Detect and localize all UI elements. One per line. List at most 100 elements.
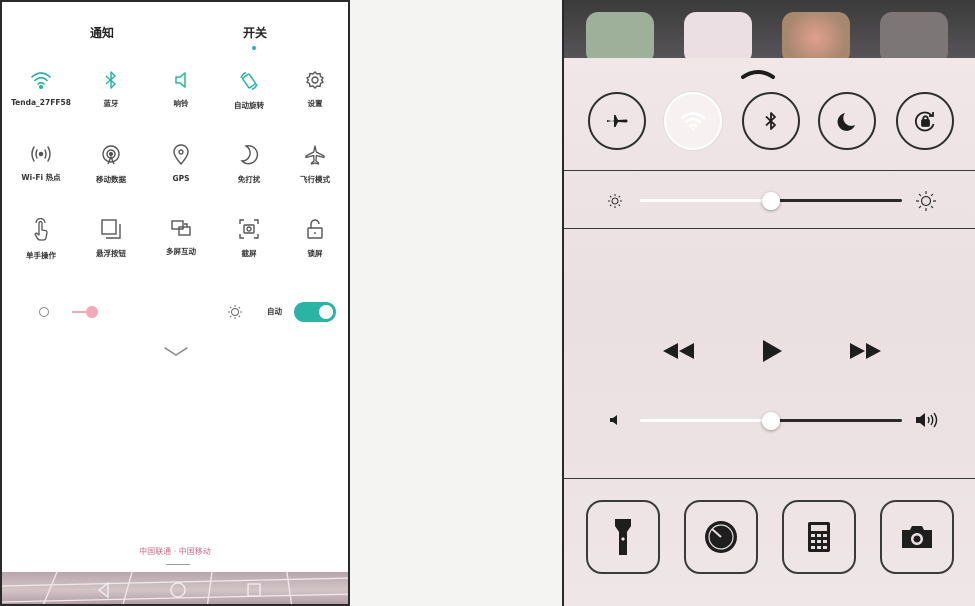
settings-icon: [305, 71, 325, 89]
slider-max-track: [771, 199, 902, 202]
control-center: [564, 58, 975, 606]
rotation-lock-icon: [914, 111, 935, 132]
bluetooth-icon: [105, 71, 116, 89]
tile-label: 截屏: [241, 249, 257, 258]
rotation-lock-toggle[interactable]: [896, 92, 954, 150]
chevron-down-icon[interactable]: [163, 346, 189, 358]
tile-label: 多屏互动: [166, 247, 196, 256]
tile-hotspot[interactable]: Wi-Fi 热点: [8, 144, 74, 204]
volume-high-icon: [916, 412, 938, 428]
volume-slider[interactable]: [640, 411, 902, 431]
tile-lock-screen[interactable]: 锁屏: [282, 218, 348, 278]
carrier-label: 中国联通 · 中国移动: [139, 547, 211, 556]
tab-bar: 通知 开关: [2, 24, 348, 54]
divider: [564, 228, 975, 229]
slider-min-track: [640, 199, 771, 202]
camera-button[interactable]: [880, 500, 954, 574]
volume-low-icon: [610, 415, 617, 425]
moon-icon: [837, 113, 855, 131]
auto-brightness-toggle[interactable]: [294, 302, 336, 322]
home-icon[interactable]: [168, 580, 188, 600]
tile-auto-rotate[interactable]: 自动旋转: [216, 70, 282, 130]
airplane-toggle[interactable]: [588, 92, 646, 150]
tile-label: 蓝牙: [103, 99, 119, 108]
wifi-toggle[interactable]: [664, 92, 722, 150]
airplane-icon: [305, 145, 325, 165]
tile-label: 单手操作: [26, 251, 56, 260]
brightness-slider[interactable]: [72, 306, 202, 318]
brightness-low-icon: [39, 307, 49, 317]
brightness-high-icon: [916, 191, 936, 211]
play-icon[interactable]: [760, 338, 784, 364]
calculator-button[interactable]: [782, 500, 856, 574]
brightness-slider[interactable]: [640, 191, 902, 211]
tile-label: 移动数据: [96, 175, 126, 184]
timer-button[interactable]: [684, 500, 758, 574]
ios-control-center-panel: [562, 0, 975, 606]
divider: [564, 478, 975, 479]
brightness-high-icon: [228, 305, 242, 319]
location-icon: [173, 144, 189, 166]
tile-label: 响铃: [173, 99, 189, 108]
tile-gps[interactable]: GPS: [148, 144, 214, 204]
brightness-thumb[interactable]: [86, 306, 98, 318]
ringer-icon: [175, 72, 186, 88]
bluetooth-icon: [765, 112, 776, 130]
hotspot-icon: [31, 146, 51, 162]
tile-ringer[interactable]: 响铃: [148, 70, 214, 130]
tab-notifications[interactable]: 通知: [90, 24, 114, 41]
tile-mobile-data[interactable]: 移动数据: [78, 144, 144, 204]
tile-label: Wi-Fi 热点: [21, 173, 61, 182]
tile-multi-screen[interactable]: 多屏互动: [148, 218, 214, 278]
floating-button-icon: [101, 219, 121, 239]
brightness-low-icon: [608, 194, 622, 208]
tile-floating-button[interactable]: 悬浮按钮: [78, 218, 144, 278]
rewind-icon[interactable]: [660, 340, 696, 362]
moon-icon: [240, 144, 259, 165]
divider: [564, 170, 975, 171]
bluetooth-toggle[interactable]: [742, 92, 800, 150]
camera-app-icon: [880, 12, 948, 64]
tab-toggles[interactable]: 开关: [243, 24, 267, 41]
flashlight-button[interactable]: [586, 500, 660, 574]
tile-airplane-mode[interactable]: 飞行模式: [282, 144, 348, 204]
lock-icon: [307, 219, 323, 239]
tile-label: GPS: [172, 174, 190, 183]
timer-icon: [705, 521, 737, 553]
tile-screenshot[interactable]: 截屏: [216, 218, 282, 278]
calendar-app-icon: [684, 12, 752, 64]
home-indicator: [166, 564, 190, 565]
active-tab-indicator: [252, 46, 256, 50]
mobile-data-icon: [102, 145, 120, 165]
tile-one-hand[interactable]: 单手操作: [8, 218, 74, 278]
camera-icon: [902, 526, 932, 548]
tile-do-not-disturb[interactable]: 免打扰: [216, 144, 282, 204]
brightness-knob[interactable]: [762, 192, 780, 210]
tile-label: 免打扰: [237, 175, 261, 184]
volume-knob[interactable]: [762, 412, 780, 430]
tile-bluetooth[interactable]: 蓝牙: [78, 70, 144, 130]
fast-forward-icon[interactable]: [848, 340, 884, 362]
tile-label: Tenda_27FF58: [11, 98, 71, 107]
airplane-icon: [607, 115, 628, 127]
multi-screen-icon: [171, 220, 191, 236]
tile-label: 设置: [307, 99, 323, 108]
home-screen-apps: [564, 0, 975, 64]
tile-label: 锁屏: [307, 249, 323, 258]
tile-label: 自动旋转: [234, 101, 264, 110]
wifi-icon: [31, 72, 51, 90]
recent-apps-icon[interactable]: [244, 580, 264, 600]
tile-label: 悬浮按钮: [96, 249, 126, 258]
android-quick-settings-panel: 通知 开关 Tenda_27FF58 蓝牙 响铃 自动旋转 设置 Wi-Fi 热…: [0, 0, 350, 606]
one-hand-icon: [34, 218, 48, 241]
grabber-icon[interactable]: [740, 68, 776, 80]
flashlight-icon: [615, 519, 631, 555]
slider-max-track: [771, 419, 902, 422]
tile-settings[interactable]: 设置: [282, 70, 348, 130]
do-not-disturb-toggle[interactable]: [818, 92, 876, 150]
back-icon[interactable]: [94, 580, 114, 600]
auto-brightness-label: 自动: [267, 307, 282, 316]
app-icon: [586, 12, 654, 64]
brightness-row: 自动: [2, 300, 348, 324]
tile-wifi[interactable]: Tenda_27FF58: [8, 70, 74, 130]
